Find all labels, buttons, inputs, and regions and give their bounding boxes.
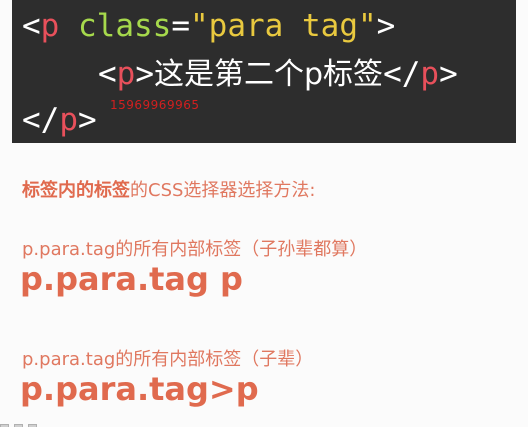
heading-rest: 的CSS选择器选择方法: bbox=[130, 180, 316, 201]
lt-slash-symbol: </ bbox=[22, 102, 60, 138]
code-panel: <p class="para tag"> <p>这是第二个p标签</p> </p… bbox=[12, 0, 516, 143]
code-line-close: </p> bbox=[22, 98, 97, 142]
lt-slash-symbol: </ bbox=[383, 56, 421, 92]
code-line-open: <p class="para tag"> bbox=[22, 4, 395, 48]
rule1-description: p.para.tag的所有内部标签（子孙辈都算） bbox=[22, 239, 368, 260]
watermark-number: 15969969965 bbox=[110, 98, 200, 112]
rule1-selector: p.para.tag p bbox=[20, 260, 243, 298]
gt-symbol: > bbox=[78, 102, 97, 138]
gt-symbol: > bbox=[439, 56, 458, 92]
rule2-description: p.para.tag的所有内部标签（子辈） bbox=[22, 349, 314, 370]
rule2-selector: p.para.tag>p bbox=[20, 370, 259, 408]
attr-value: "para tag" bbox=[190, 8, 377, 44]
tag-name: p bbox=[59, 102, 78, 138]
heading-emphasis: 标签内的标签 bbox=[22, 180, 130, 201]
slide: <p class="para tag"> <p>这是第二个p标签</p> </p… bbox=[0, 0, 528, 427]
lt-symbol: < bbox=[22, 8, 41, 44]
section-heading: 标签内的标签的CSS选择器选择方法: bbox=[22, 176, 315, 202]
equals-symbol: = bbox=[171, 8, 191, 44]
player-controls bbox=[0, 418, 60, 427]
attr-name: class bbox=[78, 8, 172, 44]
tag-name: p bbox=[40, 8, 60, 44]
gt-symbol: > bbox=[376, 8, 396, 44]
tag-name: p bbox=[420, 56, 440, 92]
